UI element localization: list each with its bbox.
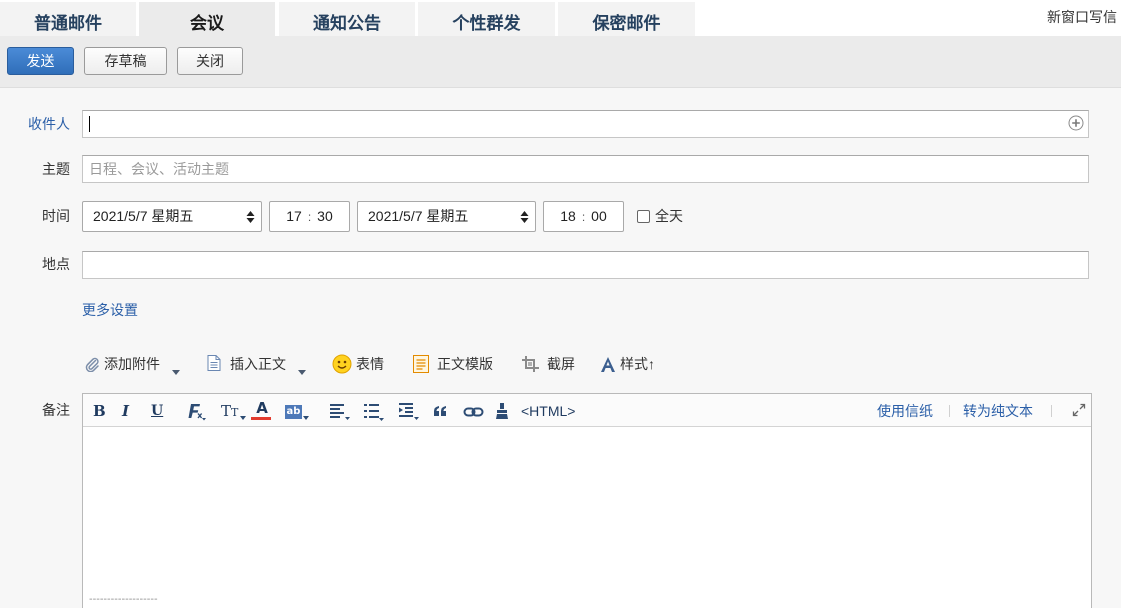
tab-secure-mail[interactable]: 保密邮件	[558, 2, 695, 36]
compose-toolbar: 发送 存草稿 关闭	[0, 36, 1121, 88]
all-day-label[interactable]: 全天	[655, 206, 683, 226]
more-settings-link[interactable]: 更多设置	[82, 300, 138, 320]
caret-down-icon	[240, 416, 246, 420]
format-painter-icon[interactable]	[495, 402, 509, 420]
editor-toolbar: B I U TT A ab <HTML> 使用信纸 转为纯文本	[83, 394, 1091, 427]
screenshot-button[interactable]: 截屏	[547, 354, 575, 374]
html-mode-button[interactable]: <HTML>	[521, 401, 575, 421]
tab-label: 个性群发	[452, 14, 521, 33]
plus-circle-icon[interactable]	[1068, 115, 1084, 131]
highlight-glyph: ab	[285, 405, 302, 419]
document-icon[interactable]	[206, 354, 222, 372]
end-hour: 18	[560, 208, 576, 224]
link-icon[interactable]	[463, 405, 484, 417]
insert-body-button[interactable]: 插入正文	[230, 354, 286, 374]
underline-icon[interactable]: U	[151, 401, 163, 421]
font-color-icon[interactable]: A	[251, 400, 273, 420]
time-label: 时间	[42, 208, 70, 224]
font-color-swatch	[251, 417, 271, 420]
save-draft-button[interactable]: 存草稿	[84, 47, 167, 75]
tab-label: 普通邮件	[34, 14, 102, 33]
font-color-glyph: A	[256, 399, 268, 417]
subject-input[interactable]	[82, 155, 1089, 183]
signature-separator: -------------------	[89, 594, 158, 605]
location-label: 地点	[42, 256, 70, 272]
end-time-input[interactable]: 18:00	[543, 201, 624, 232]
start-time-input[interactable]: 17:30	[269, 201, 350, 232]
new-window-compose-link[interactable]: 新窗口写信	[1047, 7, 1117, 27]
style-toggle-button[interactable]: 样式↑	[620, 354, 655, 374]
start-hour: 17	[286, 208, 302, 224]
toolbar-divider	[949, 405, 950, 417]
plain-text-button[interactable]: 转为纯文本	[963, 401, 1033, 421]
end-date-select[interactable]: 2021/5/7 星期五	[357, 201, 536, 232]
bold-icon[interactable]: B	[93, 401, 106, 421]
toolbar-divider	[1051, 405, 1052, 417]
select-arrows-icon	[520, 211, 529, 223]
tab-meeting[interactable]: 会议	[139, 2, 275, 36]
italic-icon[interactable]: I	[122, 401, 129, 421]
recipient-label[interactable]: 收件人	[0, 114, 70, 134]
recipient-input[interactable]	[82, 110, 1089, 138]
end-minute: 00	[591, 208, 607, 224]
send-button[interactable]: 发送	[7, 47, 74, 75]
screenshot-icon[interactable]	[521, 355, 541, 373]
caret-down-icon[interactable]	[298, 362, 306, 375]
indent-icon[interactable]	[397, 401, 420, 421]
end-date-value: 2021/5/7 星期五	[368, 208, 469, 224]
remarks-label: 备注	[42, 402, 70, 418]
tab-notice[interactable]: 通知公告	[279, 2, 415, 36]
location-input[interactable]	[82, 251, 1089, 279]
use-stationery-button[interactable]: 使用信纸	[877, 401, 933, 421]
start-date-select[interactable]: 2021/5/7 星期五	[82, 201, 262, 232]
editor-body[interactable]: -------------------	[83, 428, 1091, 608]
smiley-icon[interactable]	[332, 354, 352, 374]
subject-label: 主题	[42, 161, 70, 177]
tab-group-send[interactable]: 个性群发	[418, 2, 555, 36]
tab-label: 会议	[190, 14, 224, 33]
highlight-icon[interactable]: ab	[285, 401, 309, 421]
font-size-glyph: T	[231, 406, 239, 419]
style-letter-icon[interactable]	[599, 356, 617, 373]
compose-type-tabs: 普通邮件 会议 通知公告 个性群发 保密邮件	[0, 0, 1121, 36]
time-separator: :	[307, 210, 312, 224]
paperclip-icon[interactable]	[84, 356, 100, 373]
rich-text-editor: B I U TT A ab <HTML> 使用信纸 转为纯文本 --------…	[82, 393, 1092, 608]
start-date-value: 2021/5/7 星期五	[93, 208, 194, 224]
quote-icon[interactable]	[433, 404, 447, 416]
list-icon[interactable]	[362, 401, 385, 421]
template-icon[interactable]	[412, 354, 430, 374]
select-arrows-icon	[246, 211, 255, 223]
add-attachment-button[interactable]: 添加附件	[104, 354, 160, 374]
align-icon[interactable]	[328, 401, 351, 421]
font-size-glyph: T	[221, 402, 232, 420]
start-minute: 30	[317, 208, 333, 224]
tab-label: 通知公告	[313, 14, 381, 33]
all-day-checkbox[interactable]	[637, 210, 650, 223]
expand-icon[interactable]	[1072, 403, 1086, 417]
template-button[interactable]: 正文模版	[437, 354, 493, 374]
text-caret	[89, 116, 90, 132]
close-button[interactable]: 关闭	[177, 47, 243, 75]
font-size-icon[interactable]: TT	[221, 401, 246, 421]
tab-normal-mail[interactable]: 普通邮件	[0, 2, 136, 36]
caret-down-icon[interactable]	[172, 362, 180, 375]
caret-down-icon	[303, 416, 309, 420]
emoji-button[interactable]: 表情	[356, 354, 384, 374]
time-separator: :	[581, 210, 586, 224]
clear-format-icon[interactable]	[183, 401, 206, 421]
tab-label: 保密邮件	[592, 14, 661, 33]
